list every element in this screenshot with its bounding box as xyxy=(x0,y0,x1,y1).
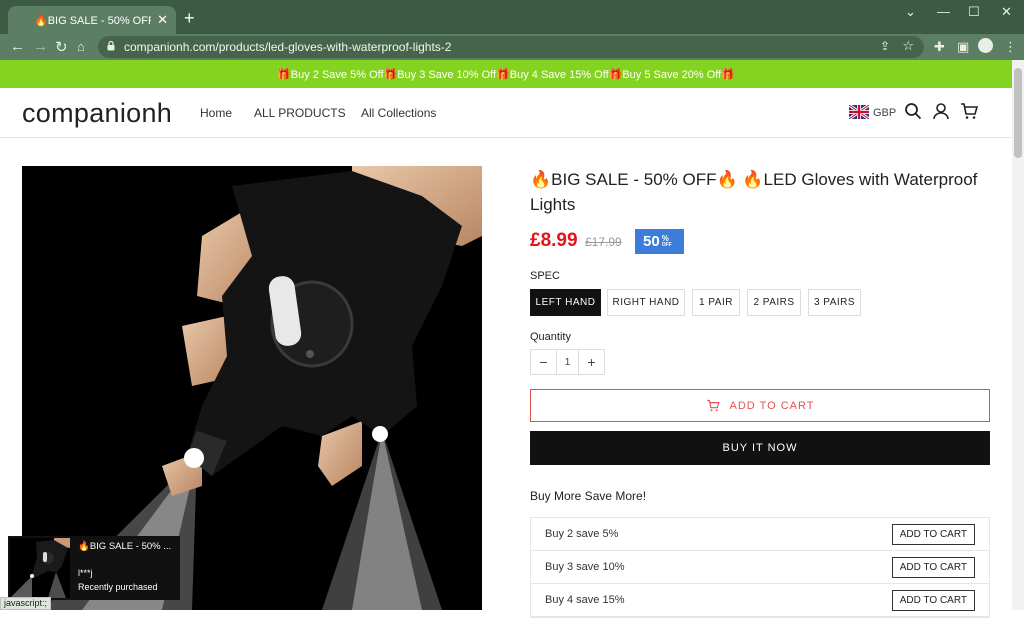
popup-product-thumbnail xyxy=(10,538,70,598)
discount-percent: % xyxy=(661,233,669,243)
cart-icon xyxy=(706,399,720,412)
promo-banner: 🎁Buy 2 Save 5% Off🎁Buy 3 Save 10% Off🎁Bu… xyxy=(0,60,1012,88)
status-bar: javascript:; xyxy=(0,597,52,610)
account-icon[interactable] xyxy=(932,102,950,120)
browser-toolbar: ← → ↻ ⌂ companionh.com/products/led-glov… xyxy=(0,34,1024,60)
add-to-cart-label: ADD TO CART xyxy=(729,399,815,412)
discount-badge: 50 % OFF xyxy=(635,229,684,254)
browser-tab[interactable]: 🔥BIG SALE - 50% OFF🔥 🔥LED ✕ xyxy=(8,6,176,34)
quantity-label: Quantity xyxy=(530,331,571,343)
close-window-icon[interactable]: ✕ xyxy=(1001,4,1012,20)
buy-it-now-button[interactable]: BUY IT NOW xyxy=(530,431,990,465)
tab-title: 🔥BIG SALE - 50% OFF🔥 🔥LED xyxy=(34,14,151,27)
share-icon[interactable]: ⇪ xyxy=(880,39,890,53)
scrollbar-thumb[interactable] xyxy=(1014,68,1022,158)
product-title: 🔥BIG SALE - 50% OFF🔥 🔥LED Gloves with Wa… xyxy=(530,170,978,214)
sale-price: £8.99 xyxy=(530,230,578,251)
buy-more-title: Buy More Save More! xyxy=(530,489,647,503)
spec-option-3-pairs[interactable]: 3 PAIRS xyxy=(808,289,861,316)
lock-icon xyxy=(107,41,115,51)
puzzle-icon[interactable]: ✚ xyxy=(934,39,945,55)
nav-home[interactable]: Home xyxy=(200,106,232,120)
spec-option-left-hand[interactable]: LEFT HAND xyxy=(530,289,601,316)
close-tab-icon[interactable]: ✕ xyxy=(157,12,168,28)
promo-text: 🎁Buy 2 Save 5% Off🎁Buy 3 Save 10% Off🎁Bu… xyxy=(277,68,735,81)
quantity-input[interactable]: 1 xyxy=(556,350,579,374)
bundle-add-to-cart-button[interactable]: ADD TO CART xyxy=(891,589,975,611)
nav-all-products[interactable]: ALL PRODUCTS xyxy=(254,106,346,120)
quantity-plus-button[interactable]: + xyxy=(579,350,604,374)
chevron-down-icon[interactable]: ⌄ xyxy=(905,4,916,20)
table-row: Buy 2 save 5% ADD TO CART xyxy=(531,518,989,551)
table-row: Buy 4 save 15% ADD TO CART xyxy=(531,584,989,617)
spec-option-2-pairs[interactable]: 2 PAIRS xyxy=(747,289,801,316)
discount-value: 50 xyxy=(643,233,660,250)
bundle-label: Buy 2 save 5% xyxy=(545,528,619,540)
spec-option-1-pair[interactable]: 1 PAIR xyxy=(692,289,740,316)
currency-selector[interactable]: GBP xyxy=(873,107,896,119)
spec-option-right-hand[interactable]: RIGHT HAND xyxy=(607,289,685,316)
kebab-menu-icon[interactable]: ⋮ xyxy=(1004,39,1017,55)
buy-more-table: Buy 2 save 5% ADD TO CART Buy 3 save 10%… xyxy=(530,517,990,618)
led-glove-thumbnail xyxy=(10,538,70,598)
add-to-cart-button[interactable]: ADD TO CART xyxy=(530,389,990,422)
forward-arrow-icon[interactable]: → xyxy=(33,38,48,55)
uk-flag-icon[interactable] xyxy=(849,105,869,119)
quantity-stepper: − 1 + xyxy=(530,349,605,375)
compare-price: £17.99 xyxy=(585,235,622,249)
bundle-add-to-cart-button[interactable]: ADD TO CART xyxy=(891,523,975,545)
bundle-label: Buy 4 save 15% xyxy=(545,594,625,606)
store-logo[interactable]: companionh xyxy=(22,98,172,129)
maximize-icon[interactable]: ☐ xyxy=(968,4,980,20)
recent-purchase-popup[interactable]: 🔥BIG SALE - 50% ... l***j Recently purch… xyxy=(8,536,180,600)
profile-icon[interactable] xyxy=(978,38,993,53)
browser-tab-strip: 🔥BIG SALE - 50% OFF🔥 🔥LED ✕ + ⌄ — ☐ ✕ xyxy=(0,0,1024,34)
new-tab-icon[interactable]: + xyxy=(184,8,195,29)
search-icon[interactable] xyxy=(904,102,922,120)
bundle-label: Buy 3 save 10% xyxy=(545,561,625,573)
page-scrollbar[interactable] xyxy=(1012,60,1024,610)
home-icon[interactable]: ⌂ xyxy=(77,39,85,54)
popup-user: l***j xyxy=(78,568,93,578)
cart-icon[interactable] xyxy=(960,102,978,120)
popup-title: 🔥BIG SALE - 50% ... xyxy=(78,541,172,552)
spec-label: SPEC xyxy=(530,270,560,282)
reload-icon[interactable]: ↻ xyxy=(55,38,68,56)
discount-off: OFF xyxy=(661,241,672,248)
nav-all-collections[interactable]: All Collections xyxy=(361,106,436,120)
side-panel-icon[interactable]: ▣ xyxy=(957,39,969,55)
star-icon[interactable]: ☆ xyxy=(902,38,914,54)
table-row: Buy 3 save 10% ADD TO CART xyxy=(531,551,989,584)
url-text: companionh.com/products/led-gloves-with-… xyxy=(124,40,452,54)
quantity-minus-button[interactable]: − xyxy=(531,350,556,374)
site-header: companionh Home ALL PRODUCTS All Collect… xyxy=(0,88,1012,138)
popup-subtitle: Recently purchased xyxy=(78,582,158,592)
minimize-icon[interactable]: — xyxy=(937,4,950,19)
back-arrow-icon[interactable]: ← xyxy=(10,38,25,55)
bundle-add-to-cart-button[interactable]: ADD TO CART xyxy=(891,556,975,578)
address-bar[interactable]: companionh.com/products/led-gloves-with-… xyxy=(98,36,924,58)
